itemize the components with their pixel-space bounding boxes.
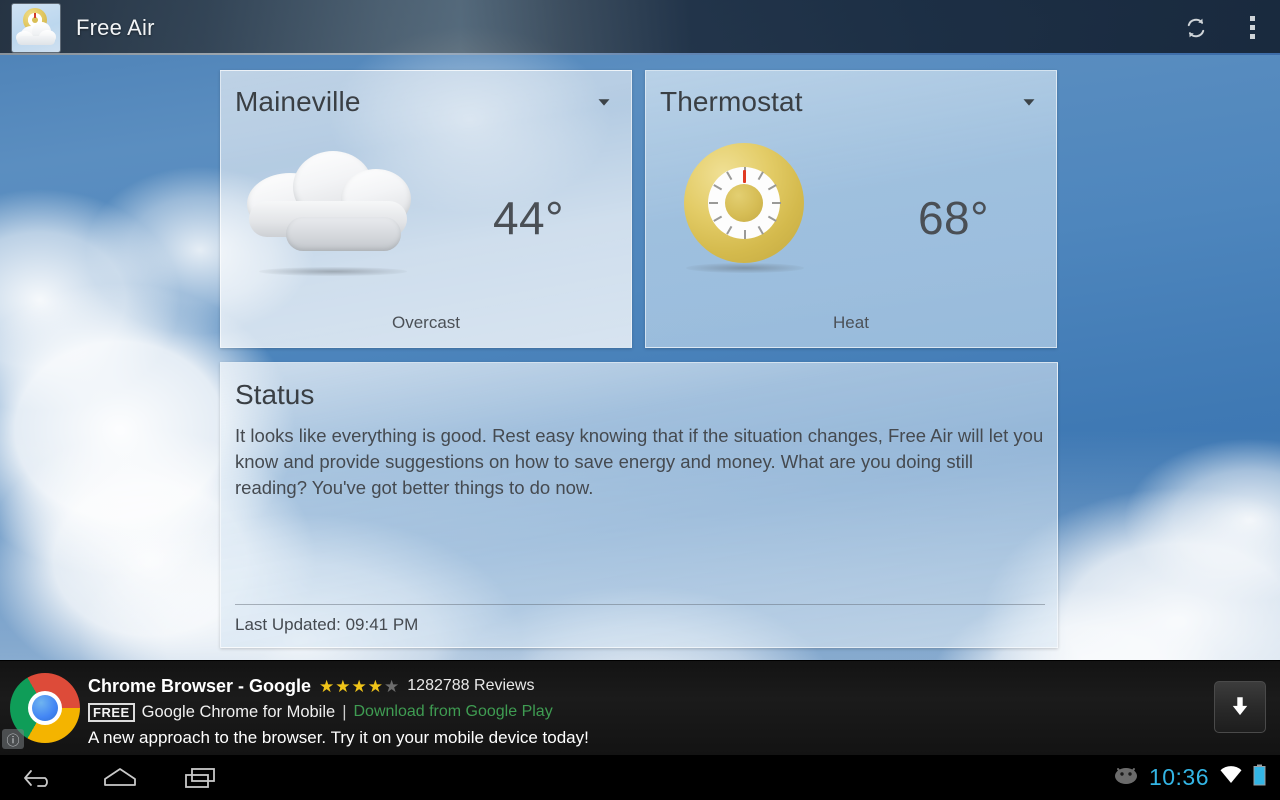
overflow-menu-icon[interactable] bbox=[1224, 0, 1280, 55]
weather-card[interactable]: Maineville 44° Overcast bbox=[220, 70, 632, 348]
ad-store-link[interactable]: Download from Google Play bbox=[353, 703, 552, 721]
overcast-cloud-icon bbox=[241, 139, 431, 289]
download-arrow-icon[interactable] bbox=[1214, 681, 1266, 733]
thermostat-readout: 68° bbox=[646, 133, 1056, 303]
status-title: Status bbox=[235, 379, 315, 410]
ad-subtitle: Google Chrome for Mobile bbox=[141, 702, 336, 721]
thermostat-dial-icon bbox=[674, 139, 849, 289]
status-divider bbox=[235, 604, 1045, 605]
ad-subtitle-row: FREE Google Chrome for Mobile | Download… bbox=[88, 699, 1168, 725]
chevron-down-icon[interactable] bbox=[1016, 89, 1042, 115]
action-bar-buttons bbox=[1168, 0, 1280, 55]
app-title: Free Air bbox=[76, 14, 155, 40]
wifi-icon[interactable] bbox=[1219, 765, 1243, 790]
thermostat-title-label: Thermostat bbox=[660, 86, 803, 117]
ad-rating-stars: ★ ★ ★ ★ ★ bbox=[319, 676, 400, 696]
refresh-icon[interactable] bbox=[1168, 0, 1224, 55]
ad-info-icon[interactable]: ⓘ bbox=[2, 729, 24, 749]
ad-headline: Chrome Browser - Google bbox=[88, 675, 312, 696]
android-bean-icon[interactable] bbox=[1113, 765, 1139, 790]
ad-separator: | bbox=[342, 702, 347, 721]
ad-review-count: 1282788 Reviews bbox=[407, 677, 535, 694]
app-logo-thermostat-cloud-icon[interactable] bbox=[12, 3, 60, 52]
ad-text-block: Chrome Browser - Google ★ ★ ★ ★ ★ 1282788 Re… bbox=[88, 673, 1168, 751]
status-last-updated: Last Updated: 09:41 PM bbox=[235, 615, 419, 634]
thermostat-card-header: Thermostat bbox=[646, 71, 1056, 133]
weather-location-label: Maineville bbox=[235, 86, 361, 117]
weather-condition-label: Overcast bbox=[391, 313, 461, 332]
ad-description: A new approach to the browser. Try it on… bbox=[88, 728, 589, 747]
battery-icon[interactable] bbox=[1253, 764, 1266, 791]
status-card: Status It looks like everything is good.… bbox=[220, 362, 1058, 648]
weather-readout: 44° bbox=[221, 133, 631, 303]
thermostat-card[interactable]: Thermostat 68° Heat bbox=[645, 70, 1057, 348]
chevron-down-icon[interactable] bbox=[591, 89, 617, 115]
recent-apps-icon[interactable] bbox=[160, 755, 240, 800]
action-bar: Free Air bbox=[0, 0, 1280, 55]
system-status-icons: 10:36 bbox=[1113, 755, 1280, 800]
screen: Free Air Maineville 44° Overcast Thermos… bbox=[0, 0, 1280, 800]
ad-headline-row: Chrome Browser - Google ★ ★ ★ ★ ★ 1282788 Re… bbox=[88, 673, 1168, 699]
weather-card-header: Maineville bbox=[221, 71, 631, 133]
system-navigation-bar: 10:36 bbox=[0, 755, 1280, 800]
ad-banner[interactable]: ⓘ Chrome Browser - Google ★ ★ ★ ★ ★ 1282788 … bbox=[0, 660, 1280, 755]
thermostat-temperature: 68° bbox=[917, 192, 990, 244]
status-message: It looks like everything is good. Rest e… bbox=[235, 425, 1044, 498]
system-clock[interactable]: 10:36 bbox=[1149, 764, 1209, 791]
weather-temperature: 44° bbox=[492, 192, 565, 244]
thermostat-mode-label: Heat bbox=[833, 313, 869, 332]
ad-price-badge: FREE bbox=[88, 702, 135, 722]
back-icon[interactable] bbox=[0, 755, 80, 800]
home-icon[interactable] bbox=[80, 755, 160, 800]
